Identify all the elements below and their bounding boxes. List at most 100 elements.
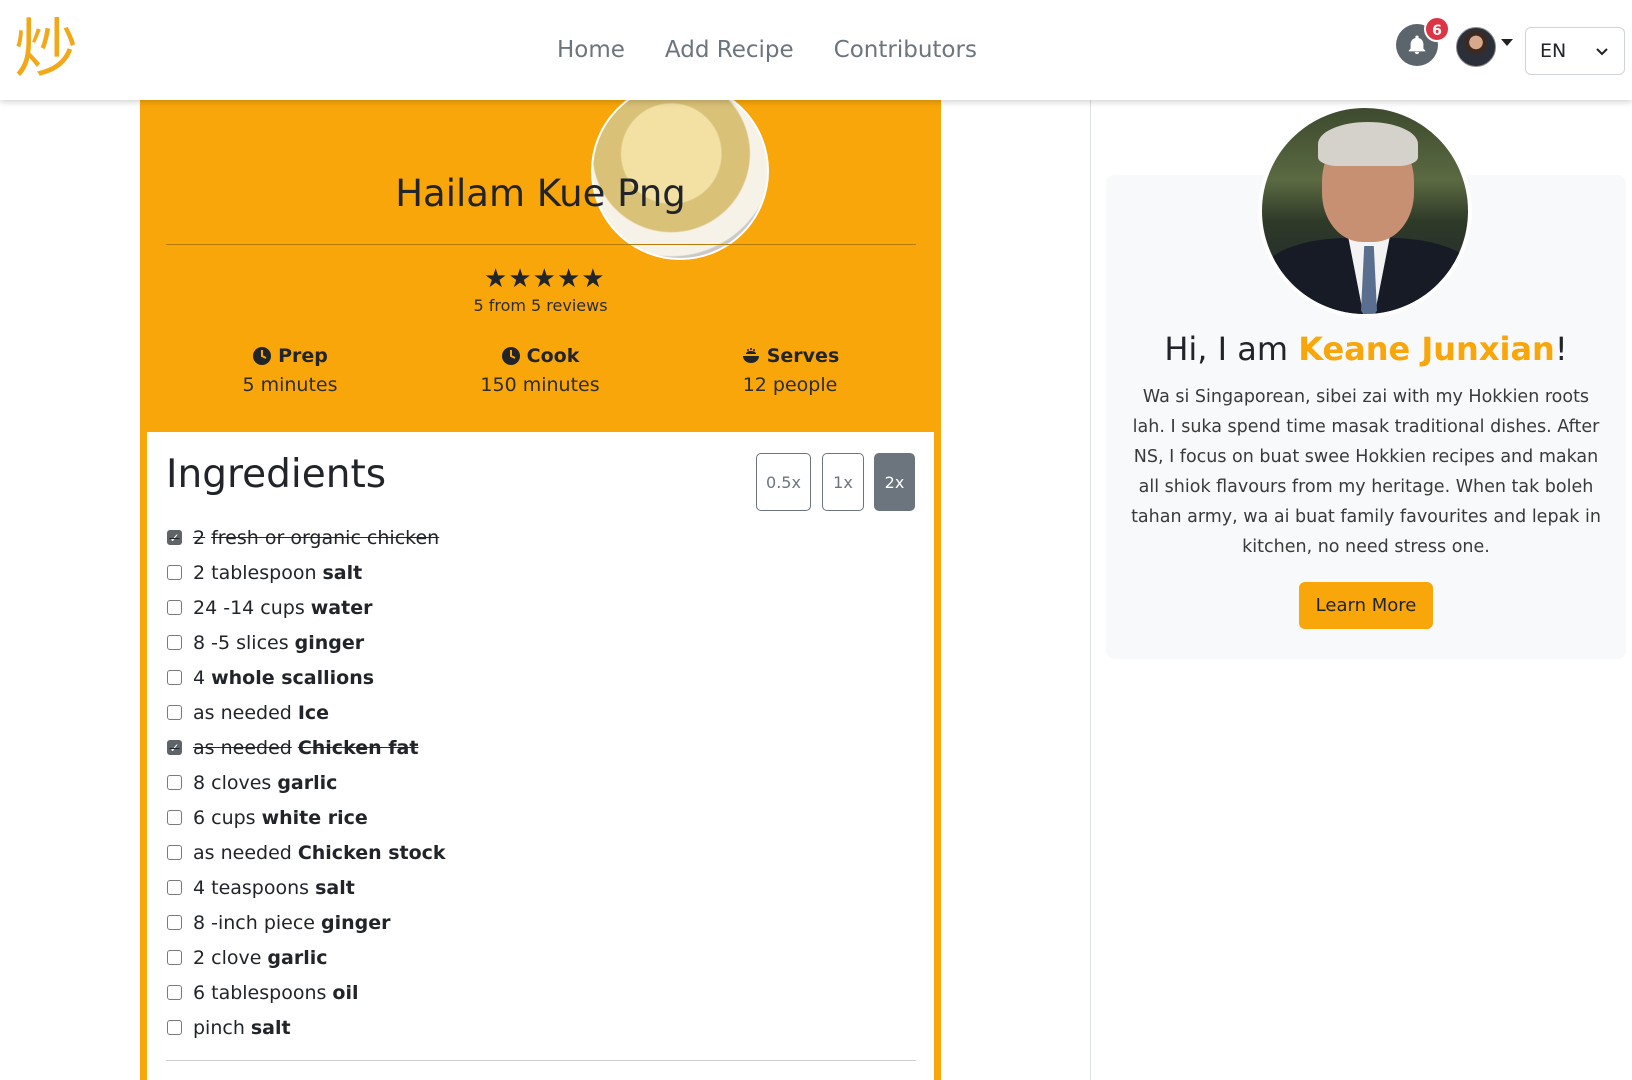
ingredients-title: Ingredients [166,452,387,497]
navbar: 炒 Home Add Recipe Contributors 6 EN [0,0,1632,100]
ingredient-name: garlic [277,771,338,794]
star-icon: ★ [581,264,605,294]
nav-add-recipe-link[interactable]: Add Recipe [665,30,794,70]
prep-label: Prep [278,345,328,367]
ingredients-divider [166,1060,916,1061]
ingredient-quantity: 2 clove [193,946,262,969]
cook-label: Cook [526,345,580,367]
ingredient-checkbox[interactable] [167,985,182,1000]
ingredient-item[interactable]: 8 cloves garlic [166,765,906,800]
ingredient-name: fresh or organic chicken [211,526,440,549]
ingredient-name: salt [250,1016,291,1039]
ingredient-quantity: 8 -inch piece [193,911,315,934]
ingredient-quantity: 4 teaspoons [193,876,310,899]
scale-2x-button[interactable]: 2x [874,453,915,511]
ingredient-item[interactable]: 2 tablespoon salt [166,555,906,590]
recipe-title: Hailam Kue Png [395,172,686,215]
ingredient-checkbox[interactable]: ✓ [167,530,182,545]
ingredient-checkbox[interactable] [167,950,182,965]
scale-half-button[interactable]: 0.5x [756,453,811,511]
ingredient-quantity: 4 [193,666,206,689]
ingredient-checkbox[interactable] [167,705,182,720]
ingredient-item[interactable]: pinch salt [166,1010,906,1045]
ingredient-item[interactable]: 8 -5 slices ginger [166,625,906,660]
ingredient-checkbox[interactable] [167,880,182,895]
ingredient-quantity: pinch [193,1016,245,1039]
ingredient-checkbox[interactable] [167,1020,182,1035]
nav-contributors-link[interactable]: Contributors [834,30,977,70]
ingredient-quantity: 2 [193,526,206,549]
greeting-suffix: ! [1554,330,1568,368]
caret-down-icon [1501,38,1513,46]
ingredient-item[interactable]: 6 tablespoons oil [166,975,906,1010]
ingredient-item[interactable]: 6 cups white rice [166,800,906,835]
ingredient-checkbox[interactable] [167,845,182,860]
ingredient-name: oil [332,981,359,1004]
scale-1x-button[interactable]: 1x [822,453,864,511]
ingredient-name: whole scallions [211,666,375,689]
clock-icon [501,347,520,365]
chevron-down-icon [1596,48,1608,56]
column-divider [1090,100,1091,1080]
bowl-icon [742,348,759,363]
cook-value: 150 minutes [480,374,600,396]
ingredient-item[interactable]: 4 teaspoons salt [166,870,906,905]
ingredient-item[interactable]: as needed Chicken stock [166,835,906,870]
reviews-count: 5 from 5 reviews [473,296,608,315]
ingredient-item[interactable]: 24 -14 cups water [166,590,906,625]
serves-label: Serves [766,345,840,367]
learn-more-button[interactable]: Learn More [1299,582,1433,629]
ingredient-checkbox[interactable] [167,565,182,580]
ingredient-quantity: 24 -14 cups [193,596,305,619]
ingredient-name: Ice [297,701,330,724]
star-icon: ★ [484,264,508,294]
language-select[interactable]: EN [1525,27,1625,75]
ingredient-name: ginger [294,631,365,654]
ingredient-item[interactable]: 8 -inch piece ginger [166,905,906,940]
author-photo [1258,104,1472,318]
notification-count-badge: 6 [1424,16,1450,42]
user-menu-toggle[interactable] [1456,26,1516,68]
ingredient-item[interactable]: ✓ as needed Chicken fat [166,730,906,765]
ingredient-checkbox[interactable] [167,635,182,650]
ingredient-name: white rice [261,806,368,829]
ingredient-quantity: as needed [193,841,292,864]
avatar [1456,27,1496,67]
rating-stars: ★ ★ ★ ★ ★ [484,266,605,292]
ingredient-quantity: 2 tablespoon [193,561,317,584]
greeting-prefix: Hi, I am [1164,330,1299,368]
title-divider [166,244,916,245]
ingredient-name: Chicken fat [297,736,419,759]
star-icon: ★ [556,264,581,294]
ingredient-quantity: 6 tablespoons [193,981,327,1004]
ingredient-name: water [310,596,373,619]
ingredient-quantity: as needed [193,701,292,724]
ingredients-list: ✓ 2 fresh or organic chicken 2 tablespoon sa… [166,520,906,1045]
ingredient-checkbox[interactable] [167,600,182,615]
notifications-button[interactable]: 6 [1396,16,1450,68]
ingredient-checkbox[interactable]: ✓ [167,740,182,755]
ingredient-checkbox[interactable] [167,775,182,790]
language-select-value: EN [1540,40,1567,62]
ingredient-item[interactable]: 2 clove garlic [166,940,906,975]
ingredient-checkbox[interactable] [167,810,182,825]
ingredient-name: Chicken stock [297,841,446,864]
prep-time: Prep 5 minutes [190,342,390,396]
servings: Serves 12 people [690,342,890,396]
cook-time: Cook 150 minutes [440,342,640,396]
ingredient-quantity: as needed [193,736,292,759]
ingredient-item[interactable]: 4 whole scallions [166,660,906,695]
ingredient-name: salt [315,876,355,899]
ingredient-name: salt [322,561,363,584]
ingredient-quantity: 6 cups [193,806,256,829]
site-logo[interactable]: 炒 [14,12,88,88]
ingredient-checkbox[interactable] [167,670,182,685]
ingredient-item[interactable]: ✓ 2 fresh or organic chicken [166,520,906,555]
star-icon: ★ [532,264,556,294]
ingredient-checkbox[interactable] [167,915,182,930]
clock-icon [253,347,272,365]
nav-home-link[interactable]: Home [557,30,625,70]
ingredient-name: ginger [321,911,391,934]
prep-value: 5 minutes [242,374,338,396]
ingredient-item[interactable]: as needed Ice [166,695,906,730]
